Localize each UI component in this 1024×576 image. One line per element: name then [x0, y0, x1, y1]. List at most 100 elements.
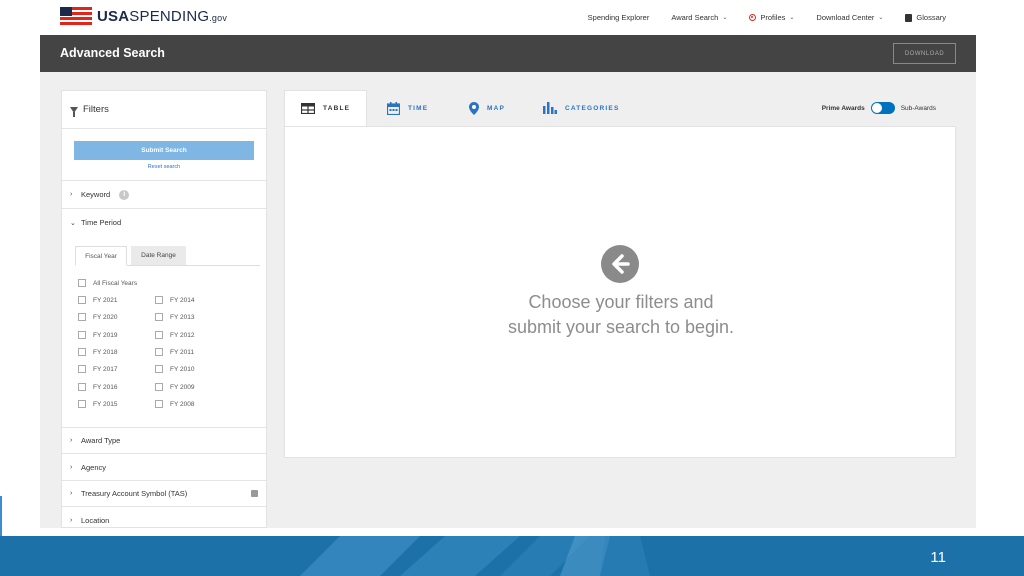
nav-links: Spending Explorer Award Search ⌄ Profiles… [588, 13, 946, 22]
nav-download-center[interactable]: Download Center ⌄ [816, 13, 883, 22]
checkbox-label: FY 2013 [170, 313, 195, 321]
checkbox[interactable] [78, 365, 86, 373]
profiles-icon [749, 14, 757, 21]
filters-title: Filters [83, 104, 109, 115]
checkbox-fy[interactable]: FY 2016 [78, 383, 117, 391]
nav-spending-explorer[interactable]: Spending Explorer [588, 13, 650, 22]
nav-glossary-label: Glossary [916, 13, 946, 22]
reset-search-link[interactable]: Reset search [62, 164, 266, 170]
info-icon[interactable]: i [119, 189, 130, 200]
filter-icon [70, 106, 78, 117]
nav-profiles[interactable]: Profiles ⌄ [749, 13, 794, 22]
checkbox-label: FY 2020 [93, 313, 118, 321]
checkbox[interactable] [155, 383, 163, 391]
tab-table[interactable]: TABLE [284, 90, 368, 126]
search-content: Filters Submit Search Reset search › Key… [40, 72, 976, 528]
chevron-down-icon: ⌄ [722, 15, 728, 21]
book-icon [905, 13, 913, 22]
prime-awards-label: Prime Awards [821, 104, 865, 112]
checkbox[interactable] [78, 331, 86, 339]
submit-search-button[interactable]: Submit Search [74, 141, 254, 160]
time-period-panel: Fiscal Year Date Range All Fiscal Years … [62, 236, 266, 428]
checkbox-fy[interactable]: FY 2018 [78, 348, 117, 356]
checkbox-fy[interactable]: FY 2015 [78, 400, 117, 408]
checkbox-fy[interactable]: FY 2019 [78, 331, 117, 339]
checkbox-fy[interactable]: FY 2010 [155, 365, 194, 373]
filter-agency[interactable]: › Agency [62, 454, 266, 481]
page-header: Advanced Search DOWNLOAD [40, 35, 976, 72]
checkbox-fy[interactable]: FY 2012 [155, 331, 194, 339]
checkbox-fy[interactable]: FY 2013 [155, 313, 194, 321]
checkbox-label: FY 2014 [170, 296, 195, 304]
nav-download-center-label: Download Center [816, 13, 875, 22]
logo-text-tld: .gov [209, 12, 228, 23]
tab-time[interactable]: TIME [387, 90, 428, 126]
tab-date-range[interactable]: Date Range [131, 246, 186, 265]
download-button[interactable]: DOWNLOAD [893, 43, 956, 64]
checkbox[interactable] [78, 400, 86, 408]
nav-glossary[interactable]: Glossary [905, 13, 946, 22]
tab-map[interactable]: MAP [469, 90, 505, 126]
checkbox[interactable] [155, 331, 163, 339]
checkbox-label: FY 2011 [170, 348, 194, 356]
checkbox[interactable] [155, 365, 163, 373]
filter-agency-label: Agency [81, 462, 107, 472]
checkbox[interactable] [155, 313, 163, 321]
filter-award-type[interactable]: › Award Type [62, 428, 266, 454]
tab-map-label: MAP [487, 104, 506, 112]
page-number: 11 [930, 549, 946, 566]
tab-fiscal-year[interactable]: Fiscal Year [75, 246, 127, 266]
checkbox-all-fiscal-years[interactable]: All Fiscal Years [78, 279, 137, 287]
checkbox-label: FY 2015 [93, 400, 118, 408]
chevron-right-icon: › [70, 437, 73, 444]
submit-area: Submit Search Reset search [62, 129, 266, 181]
checkbox-label: FY 2016 [93, 383, 118, 391]
checkbox-fy[interactable]: FY 2008 [155, 400, 194, 408]
chevron-right-icon: › [70, 463, 73, 471]
empty-state-line-1: Choose your filters and [528, 292, 714, 312]
checkbox[interactable] [155, 348, 163, 356]
checkbox[interactable] [78, 279, 86, 287]
filter-time-period-label: Time Period [81, 218, 122, 227]
checkbox-fy[interactable]: FY 2017 [78, 365, 117, 373]
filter-keyword[interactable]: › Keyword i [62, 181, 266, 209]
awards-toggle-switch[interactable] [870, 102, 895, 114]
chevron-down-icon: ⌄ [878, 15, 884, 21]
top-navigation: USASPENDING.gov Spending Explorer Award … [40, 0, 976, 36]
slide-edge-line [0, 496, 2, 536]
checkbox[interactable] [78, 313, 86, 321]
usaspending-logo[interactable]: USASPENDING.gov [60, 7, 227, 25]
checkbox-label: FY 2017 [93, 365, 118, 373]
filter-tas[interactable]: › Treasury Account Symbol (TAS) [62, 481, 266, 507]
checkbox[interactable] [155, 400, 163, 408]
checkbox-fy[interactable]: FY 2009 [155, 383, 194, 391]
award-type-toggle: Prime Awards Sub-Awards [822, 102, 936, 114]
checkbox-fy[interactable]: FY 2021 [78, 296, 117, 304]
flag-icon [60, 7, 92, 25]
checkbox-label: FY 2019 [93, 331, 118, 339]
tab-categories-label: CATEGORIES [565, 104, 620, 112]
filter-tas-label: Treasury Account Symbol (TAS) [81, 489, 188, 498]
nav-profiles-label: Profiles [760, 13, 786, 22]
checkbox-label: FY 2010 [170, 365, 195, 373]
nav-award-search[interactable]: Award Search ⌄ [671, 13, 727, 22]
tab-categories[interactable]: CATEGORIES [543, 90, 620, 126]
checkbox-fy[interactable]: FY 2011 [155, 348, 194, 356]
filter-award-type-label: Award Type [81, 436, 121, 445]
filter-time-period[interactable]: ⌄ Time Period [62, 209, 266, 236]
checkbox[interactable] [78, 296, 86, 304]
checkbox-label: FY 2009 [170, 383, 195, 391]
results-panel: Choose your filters and submit your sear… [284, 126, 956, 458]
checkbox[interactable] [78, 348, 86, 356]
filters-header: Filters [62, 91, 266, 129]
checkbox[interactable] [155, 296, 163, 304]
checkbox-fy[interactable]: FY 2014 [155, 296, 194, 304]
filter-location[interactable]: › Location [62, 507, 266, 533]
slide-footer: 11 [0, 536, 1024, 576]
checkbox-fy[interactable]: FY 2020 [78, 313, 117, 321]
calendar-icon [387, 101, 400, 115]
tab-time-label: TIME [408, 104, 429, 112]
checkbox[interactable] [78, 383, 86, 391]
time-period-tabs: Fiscal Year Date Range [75, 246, 260, 266]
checkbox-label: All Fiscal Years [93, 279, 138, 287]
